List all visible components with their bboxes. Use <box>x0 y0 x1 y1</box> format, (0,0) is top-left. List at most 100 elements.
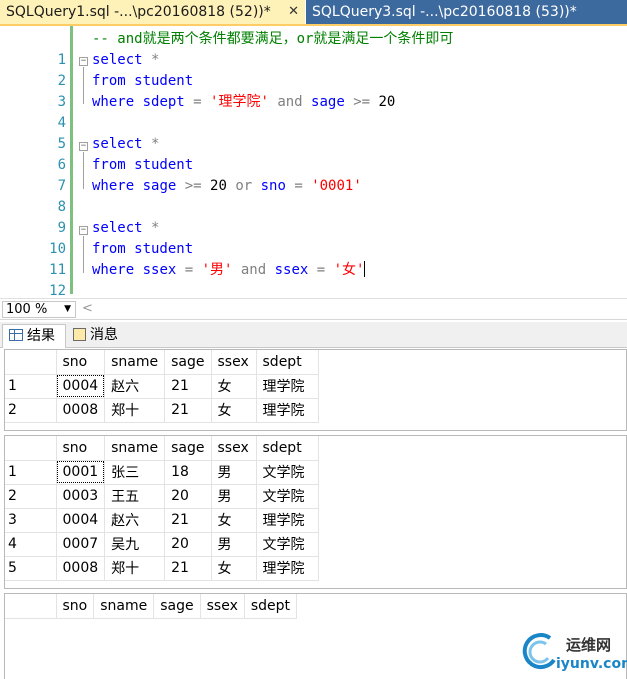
table-row[interactable]: 1 0004 赵六 21 女 理学院 <box>5 374 319 399</box>
column-name: sno <box>252 178 295 194</box>
table-row[interactable]: 2 0008 郑十 21 女 理学院 <box>5 398 319 423</box>
cell-ssex[interactable]: 女 <box>211 398 257 423</box>
table-row[interactable]: 5 0008 郑十 21 女 理学院 <box>5 556 319 581</box>
table-row[interactable]: 2 0003 王五 20 男 文学院 <box>5 484 319 509</box>
code-line-4: 4 where sdept = '理学院' and sage >= 20 <box>0 92 627 131</box>
cell-sdept[interactable]: 理学院 <box>256 398 319 423</box>
keyword-from: from <box>92 241 126 257</box>
cell-ssex[interactable]: 男 <box>211 460 257 485</box>
result-tab-bar: 结果 消息 <box>0 322 627 348</box>
chevron-down-icon: ▼ <box>64 304 71 314</box>
row-number[interactable]: 3 <box>5 508 57 533</box>
result-grid-2[interactable]: sno sname sage ssex sdept 1 0001 张三 18 男… <box>4 435 627 589</box>
row-number[interactable]: 5 <box>5 556 57 581</box>
row-header-corner <box>5 436 57 461</box>
query-editor[interactable]: 1 -- and就是两个条件都要满足，or就是满足一个条件即可 − 2 sele… <box>0 26 627 299</box>
table-name: student <box>125 157 194 173</box>
cell-sno[interactable]: 0007 <box>56 532 106 557</box>
cell-sage[interactable]: 21 <box>164 556 212 581</box>
row-number[interactable]: 1 <box>5 374 57 399</box>
cell-sage[interactable]: 21 <box>164 508 212 533</box>
tab-sqlquery3[interactable]: SQLQuery3.sql -...\pc20160818 (53))* <box>306 0 627 24</box>
cell-sname[interactable]: 吴九 <box>104 532 166 557</box>
operator: = <box>316 262 334 278</box>
row-header-corner <box>5 594 57 619</box>
column-header-sname[interactable]: sname <box>104 436 166 461</box>
cell-sno[interactable]: 0008 <box>56 556 106 581</box>
keyword-where: where <box>92 262 135 278</box>
cell-sno[interactable]: 0001 <box>56 460 106 485</box>
cell-ssex[interactable]: 女 <box>211 374 257 399</box>
operator: = <box>193 94 211 110</box>
keyword-and: and <box>232 262 267 278</box>
cell-sdept[interactable]: 理学院 <box>256 556 319 581</box>
column-header-sname[interactable]: sname <box>93 594 155 619</box>
cell-sno[interactable]: 0004 <box>56 374 106 399</box>
tab-messages[interactable]: 消息 <box>67 324 129 348</box>
scroll-left-icon[interactable]: < <box>82 301 93 316</box>
cell-sdept[interactable]: 理学院 <box>256 374 319 399</box>
table-row[interactable]: 4 0007 吴九 20 男 文学院 <box>5 532 319 557</box>
column-header-sage[interactable]: sage <box>164 350 212 375</box>
cell-sname[interactable]: 王五 <box>104 484 166 509</box>
table-row[interactable]: 1 0001 张三 18 男 文学院 <box>5 460 319 485</box>
zoom-dropdown[interactable]: 100 % ▼ <box>2 301 76 318</box>
column-header-sage[interactable]: sage <box>153 594 201 619</box>
cell-sage[interactable]: 21 <box>164 398 212 423</box>
cell-sage[interactable]: 18 <box>164 460 212 485</box>
table-row[interactable]: 3 0004 赵六 21 女 理学院 <box>5 508 319 533</box>
column-header-sno[interactable]: sno <box>56 350 106 375</box>
column-header-ssex[interactable]: ssex <box>211 350 257 375</box>
column-name: ssex <box>134 262 185 278</box>
string-literal: '女' <box>333 262 365 278</box>
cell-sname[interactable]: 郑十 <box>104 398 166 423</box>
code-line-3: 3 from student <box>0 71 627 110</box>
tab-sqlquery3-label: SQLQuery3.sql -...\pc20160818 (53))* <box>312 4 577 20</box>
column-header-sno[interactable]: sno <box>56 436 106 461</box>
column-header-ssex[interactable]: ssex <box>200 594 245 619</box>
code-line-10: 10 select * <box>0 218 627 257</box>
cell-sdept[interactable]: 理学院 <box>256 508 319 533</box>
cell-sno[interactable]: 0004 <box>56 508 106 533</box>
cell-sname[interactable]: 张三 <box>104 460 166 485</box>
row-number[interactable]: 1 <box>5 460 57 485</box>
cell-sname[interactable]: 郑十 <box>104 556 166 581</box>
watermark-swirl-icon <box>522 633 556 670</box>
keyword-and: and <box>268 94 303 110</box>
grid-icon <box>9 329 23 341</box>
cell-sage[interactable]: 20 <box>164 532 212 557</box>
table-name: student <box>125 73 194 89</box>
cell-ssex[interactable]: 男 <box>211 484 257 509</box>
tab-sqlquery1[interactable]: SQLQuery1.sql -...\pc20160818 (52))* ✕ <box>0 0 305 24</box>
result-table-1: sno sname sage ssex sdept 1 0004 赵六 21 女… <box>5 350 319 423</box>
column-header-sno[interactable]: sno <box>56 594 95 619</box>
tab-results[interactable]: 结果 <box>2 324 66 348</box>
header-row: sno sname sage ssex sdept <box>5 594 298 619</box>
column-header-ssex[interactable]: ssex <box>211 436 257 461</box>
cell-sdept[interactable]: 文学院 <box>256 532 319 557</box>
cell-sage[interactable]: 20 <box>164 484 212 509</box>
column-header-sname[interactable]: sname <box>104 350 166 375</box>
keyword-where: where <box>92 94 135 110</box>
close-icon[interactable]: ✕ <box>288 0 299 24</box>
cell-ssex[interactable]: 女 <box>211 508 257 533</box>
cell-sage[interactable]: 21 <box>164 374 212 399</box>
cell-ssex[interactable]: 女 <box>211 556 257 581</box>
code-line-5: 5 <box>0 113 627 152</box>
column-header-sdept[interactable]: sdept <box>244 594 298 619</box>
column-header-sage[interactable]: sage <box>164 436 212 461</box>
row-number[interactable]: 2 <box>5 398 57 423</box>
cell-sname[interactable]: 赵六 <box>104 374 166 399</box>
cell-ssex[interactable]: 男 <box>211 532 257 557</box>
cell-sname[interactable]: 赵六 <box>104 508 166 533</box>
result-grid-1[interactable]: sno sname sage ssex sdept 1 0004 赵六 21 女… <box>4 349 627 431</box>
row-number[interactable]: 4 <box>5 532 57 557</box>
column-name: sage <box>134 178 185 194</box>
cell-sno[interactable]: 0008 <box>56 398 106 423</box>
cell-sdept[interactable]: 文学院 <box>256 460 319 485</box>
cell-sno[interactable]: 0003 <box>56 484 106 509</box>
column-header-sdept[interactable]: sdept <box>256 436 319 461</box>
row-number[interactable]: 2 <box>5 484 57 509</box>
column-header-sdept[interactable]: sdept <box>256 350 319 375</box>
cell-sdept[interactable]: 文学院 <box>256 484 319 509</box>
